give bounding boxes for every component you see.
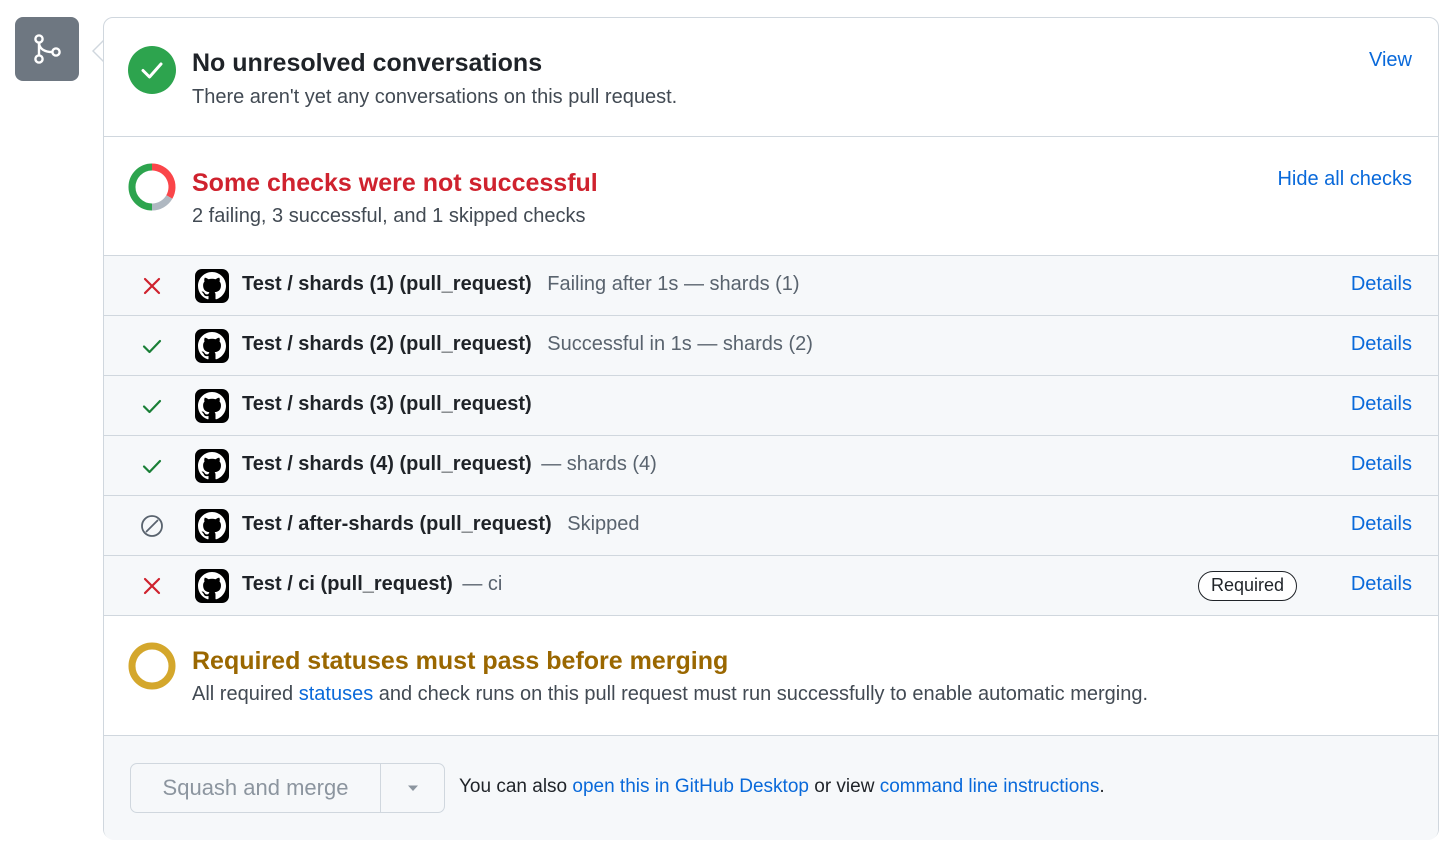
panel-pointer (92, 40, 104, 62)
github-actions-avatar (195, 329, 229, 363)
donut-skipped-segment (151, 195, 173, 211)
github-octocat-icon (198, 332, 226, 360)
merge-section: Squash and merge You can also open this … (104, 736, 1438, 840)
check-circle-icon (128, 46, 176, 94)
check-details-link[interactable]: Details (1351, 393, 1412, 416)
check-row: Test / ci (pull_request) — ci Required D… (104, 556, 1438, 616)
x-icon (143, 577, 161, 595)
check-name[interactable]: Test / shards (3) (pull_request) (242, 393, 532, 415)
hide-all-checks-link[interactable]: Hide all checks (1277, 168, 1412, 191)
required-statuses-section: Required statuses must pass before mergi… (104, 616, 1438, 736)
check-details-link[interactable]: Details (1351, 513, 1412, 536)
github-octocat-icon (198, 392, 226, 420)
github-octocat-icon (198, 452, 226, 480)
check-name[interactable]: Test / after-shards (pull_request) (242, 513, 552, 535)
check-text: Test / shards (2) (pull_request) Success… (242, 333, 813, 356)
checks-donut-icon (128, 163, 176, 211)
check-text: Test / shards (4) (pull_request) — shard… (242, 453, 657, 476)
merge-note-before: You can also (459, 776, 573, 797)
merge-method-dropdown[interactable] (381, 764, 444, 812)
required-title: Required statuses must pass before mergi… (192, 647, 729, 675)
check-icon (142, 339, 162, 354)
check-row: Test / after-shards (pull_request) Skipp… (104, 496, 1438, 556)
check-details-link[interactable]: Details (1351, 333, 1412, 356)
check-row: Test / shards (3) (pull_request) Details (104, 376, 1438, 436)
checks-title: Some checks were not successful (192, 169, 598, 197)
github-octocat-icon (198, 572, 226, 600)
merge-box: No unresolved conversations There aren't… (103, 17, 1439, 840)
conversations-subtitle: There aren't yet any conversations on th… (192, 86, 678, 108)
check-details-link[interactable]: Details (1351, 573, 1412, 596)
check-name[interactable]: Test / ci (pull_request) (242, 573, 453, 595)
pending-ring-icon (128, 642, 176, 690)
check-details-link[interactable]: Details (1351, 453, 1412, 476)
github-actions-avatar (195, 569, 229, 603)
git-merge-icon (34, 34, 61, 64)
command-line-instructions-link[interactable]: command line instructions (880, 776, 1100, 797)
check-text: Test / shards (3) (pull_request) (242, 393, 542, 416)
check-name[interactable]: Test / shards (2) (pull_request) (242, 333, 532, 355)
check-description: — ci (462, 573, 503, 595)
statuses-link[interactable]: statuses (299, 683, 373, 705)
check-row: Test / shards (1) (pull_request) Failing… (104, 256, 1438, 316)
check-description: Failing after 1s — shards (1) (547, 273, 800, 295)
required-subtitle: All required statuses and check runs on … (192, 683, 1148, 706)
github-octocat-icon (198, 512, 226, 540)
merge-status-badge (15, 17, 79, 81)
squash-and-merge-button[interactable]: Squash and merge (131, 764, 381, 812)
check-text: Test / after-shards (pull_request) Skipp… (242, 513, 640, 536)
checks-summary-section: Some checks were not successful 2 failin… (104, 137, 1438, 256)
check-text: Test / shards (1) (pull_request) Failing… (242, 273, 800, 296)
view-conversations-link[interactable]: View (1369, 49, 1412, 72)
merge-note-after: . (1099, 776, 1105, 797)
required-subtitle-after: and check runs on this pull request must… (373, 683, 1149, 705)
x-icon (143, 277, 161, 295)
open-in-desktop-link[interactable]: open this in GitHub Desktop (572, 776, 809, 797)
conversations-section: No unresolved conversations There aren't… (104, 18, 1438, 137)
check-name[interactable]: Test / shards (1) (pull_request) (242, 273, 532, 295)
required-subtitle-before: All required (192, 683, 299, 705)
merge-note: You can also open this in GitHub Desktop… (459, 776, 1105, 798)
github-actions-avatar (195, 509, 229, 543)
check-description: — shards (4) (541, 453, 657, 475)
check-row: Test / shards (2) (pull_request) Success… (104, 316, 1438, 376)
github-octocat-icon (198, 272, 226, 300)
merge-button-group: Squash and merge (130, 763, 445, 813)
conversations-title: No unresolved conversations (192, 49, 543, 77)
github-actions-avatar (195, 449, 229, 483)
github-actions-avatar (195, 389, 229, 423)
checks-subtitle: 2 failing, 3 successful, and 1 skipped c… (192, 205, 586, 227)
check-description: Successful in 1s — shards (2) (547, 333, 813, 355)
check-row: Test / shards (4) (pull_request) — shard… (104, 436, 1438, 496)
checks-list: Test / shards (1) (pull_request) Failing… (104, 256, 1438, 616)
required-badge: Required (1198, 571, 1298, 601)
check-text: Test / ci (pull_request) — ci (242, 573, 502, 596)
check-description: Skipped (567, 513, 640, 535)
donut-failing-segment (151, 163, 176, 199)
donut-successful-segment (128, 163, 153, 211)
github-actions-avatar (195, 269, 229, 303)
triangle-down-icon (407, 785, 418, 791)
check-icon (142, 399, 162, 414)
merge-note-middle: or view (808, 776, 880, 797)
check-name[interactable]: Test / shards (4) (pull_request) (242, 453, 532, 475)
skip-icon (141, 515, 163, 537)
check-icon (142, 459, 162, 474)
check-details-link[interactable]: Details (1351, 273, 1412, 296)
